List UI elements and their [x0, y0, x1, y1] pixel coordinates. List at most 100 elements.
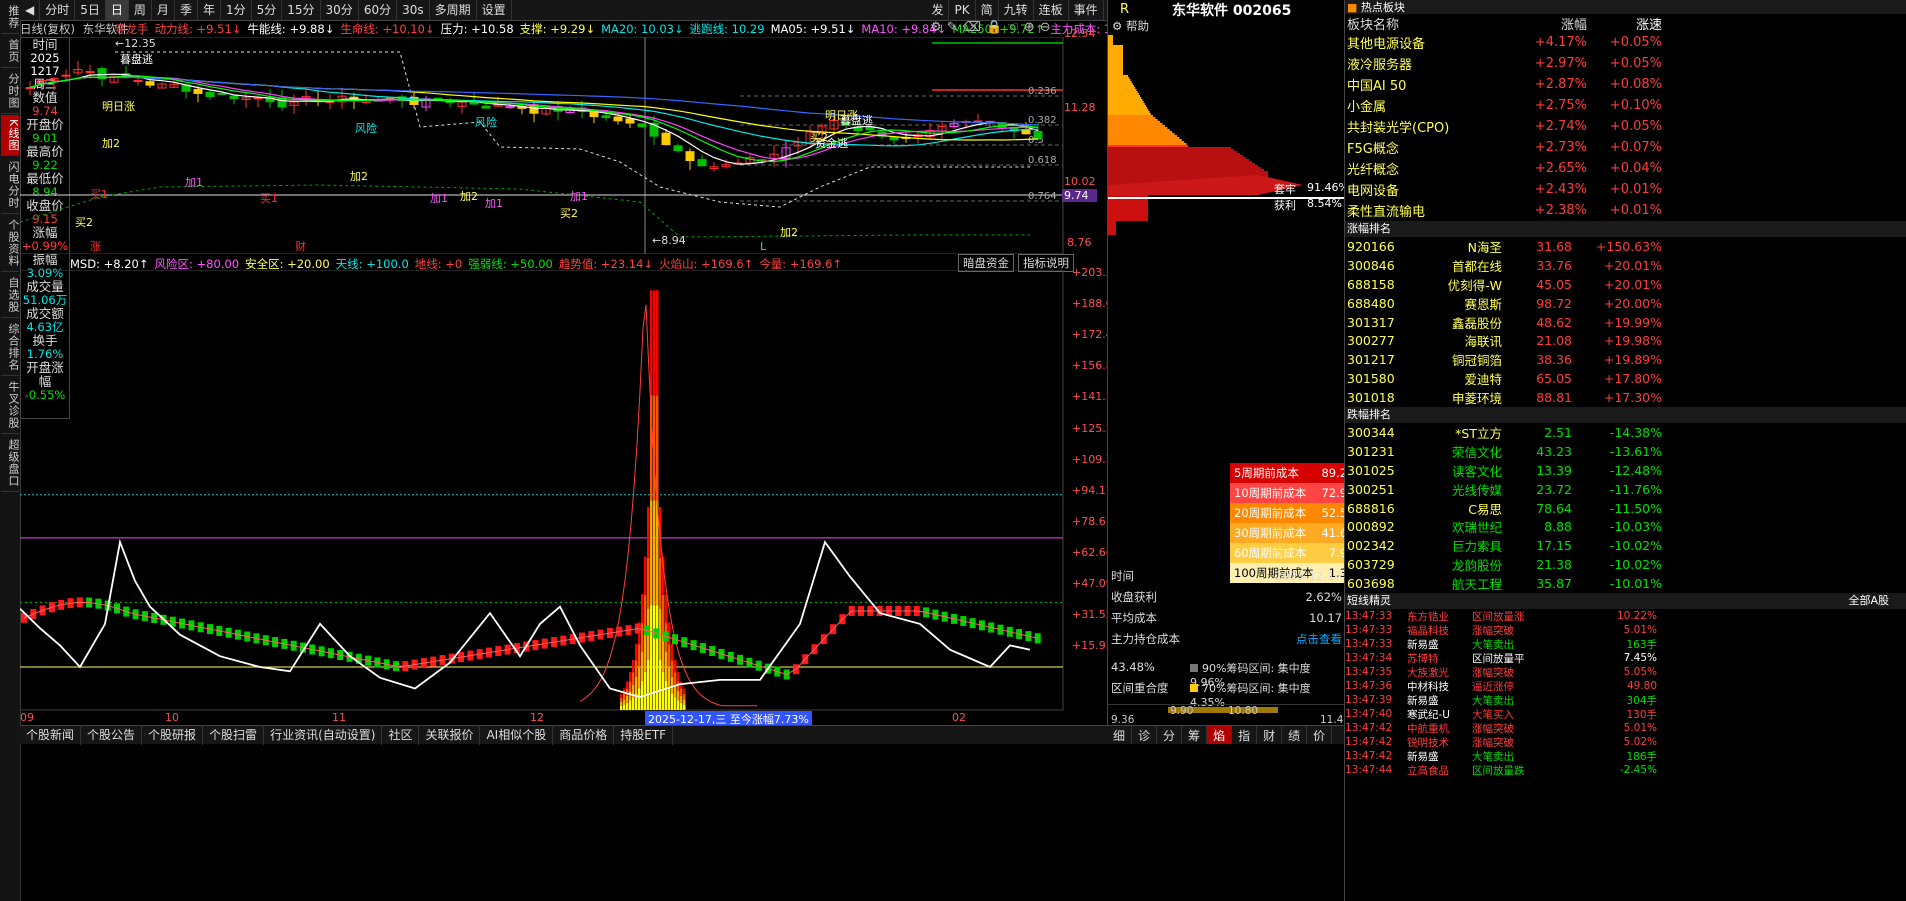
left-tab[interactable]: 自选股: [1, 273, 20, 319]
toolbar-button[interactable]: 事件: [1069, 0, 1104, 20]
period-tab[interactable]: 多周期: [430, 0, 477, 20]
rank-row[interactable]: 688480 赛恩斯 98.72 +20.00%: [1345, 294, 1906, 313]
news-tab[interactable]: 商品价格: [553, 725, 615, 745]
ticker-row[interactable]: 13:47:40 寒武纪-U 大笔买入 130手: [1345, 707, 1906, 721]
rank-row[interactable]: 301580 爱迪特 65.05 +17.80%: [1345, 369, 1906, 388]
hot-board-row[interactable]: 小金属 +2.75% +0.10%: [1345, 95, 1906, 116]
period-tab[interactable]: 日: [105, 0, 129, 20]
ticker-row[interactable]: 13:47:33 福晶科技 涨幅突破 5.01%: [1345, 623, 1906, 637]
chip-tab[interactable]: 焰: [1207, 726, 1233, 744]
col-board-name[interactable]: 板块名称: [1345, 14, 1512, 33]
rank-row[interactable]: 300251 光线传媒 23.72 -11.76%: [1345, 480, 1906, 499]
period-tab[interactable]: 5分: [252, 0, 283, 20]
period-tab[interactable]: 年: [198, 0, 221, 20]
period-tab[interactable]: 60分: [359, 0, 398, 20]
toolbar-button[interactable]: 九转: [999, 0, 1034, 20]
hand-icon[interactable]: ☜: [1007, 20, 1024, 35]
ticker-row[interactable]: 13:47:44 立高食品 区间放量跌 -2.45%: [1345, 763, 1906, 777]
period-tab[interactable]: 设置: [477, 0, 512, 20]
ticker-row[interactable]: 13:47:33 东方锆业 区间放量涨 10.22%: [1345, 609, 1906, 623]
left-tab[interactable]: 综合排名: [1, 319, 20, 377]
period-tab[interactable]: 5日: [75, 0, 106, 20]
left-tab[interactable]: 分时图: [1, 69, 20, 114]
ticker-row[interactable]: 13:47:34 苏博特 区间放量平 7.45%: [1345, 651, 1906, 665]
rank-row[interactable]: 300344 *ST立方 2.51 -14.38%: [1345, 423, 1906, 442]
news-tab[interactable]: 个股新闻: [20, 725, 82, 745]
news-tab[interactable]: 个股研报: [142, 725, 204, 745]
toolbar-button[interactable]: 连板: [1034, 0, 1069, 20]
rank-row[interactable]: 603698 航天工程 35.87 -10.01%: [1345, 574, 1906, 593]
zoom-out-icon[interactable]: ⊖: [1040, 20, 1056, 35]
ticker-row[interactable]: 13:47:33 新易盛 大笔卖出 163手: [1345, 637, 1906, 651]
left-tab[interactable]: 推荐: [1, 1, 20, 34]
period-tab[interactable]: 分时: [40, 0, 76, 20]
left-tab[interactable]: K线图: [1, 115, 20, 157]
chip-tab[interactable]: 细: [1107, 726, 1133, 744]
rank-row[interactable]: 688816 C易思 78.64 -11.50%: [1345, 499, 1906, 518]
hot-board-row[interactable]: 中国AI 50 +2.87% +0.08%: [1345, 74, 1906, 95]
hot-board-row[interactable]: 柔性直流输电 +2.38% +0.01%: [1345, 200, 1906, 221]
rank-row[interactable]: 301018 申菱环境 88.81 +17.30%: [1345, 388, 1906, 407]
period-tab[interactable]: 月: [152, 0, 175, 20]
zoom-in-icon[interactable]: ⊕: [1024, 20, 1040, 35]
hot-board-row[interactable]: 共封装光学(CPO) +2.74% +0.05%: [1345, 116, 1906, 137]
col-speed[interactable]: 涨速: [1587, 14, 1662, 33]
ticker-row[interactable]: 13:47:35 大族激光 涨幅突破 5.05%: [1345, 665, 1906, 679]
news-tab[interactable]: 持股ETF: [614, 725, 674, 745]
left-tab[interactable]: 牛叉诊股: [1, 377, 20, 435]
period-tab[interactable]: 30分: [321, 0, 359, 20]
news-tab[interactable]: 关联报价: [419, 725, 481, 745]
menu-icon[interactable]: ◀: [20, 0, 41, 20]
hot-board-row[interactable]: F5G概念 +2.73% +0.07%: [1345, 137, 1906, 158]
rank-row[interactable]: 301217 铜冠铜箔 38.36 +19.89%: [1345, 350, 1906, 369]
period-tab[interactable]: 15分: [282, 0, 321, 20]
chip-tab[interactable]: 分: [1157, 726, 1183, 744]
period-tab[interactable]: 季: [175, 0, 198, 20]
chip-tab[interactable]: 筹: [1182, 726, 1208, 744]
news-tab[interactable]: 行业资讯(自动设置): [264, 725, 383, 745]
left-tab[interactable]: 超级盘口: [1, 435, 20, 493]
chip-tab[interactable]: 价: [1307, 726, 1333, 744]
ticker-row[interactable]: 13:47:42 中航重机 涨幅突破 5.01%: [1345, 721, 1906, 735]
news-tab[interactable]: 个股扫雷: [203, 725, 265, 745]
rank-row[interactable]: 301025 读客文化 13.39 -12.48%: [1345, 461, 1906, 480]
period-tab[interactable]: 1分: [221, 0, 252, 20]
period-tab[interactable]: 周: [129, 0, 152, 20]
ticker-row[interactable]: 13:47:42 新易盛 大笔卖出 186手: [1345, 749, 1906, 763]
rank-row[interactable]: 000892 欢瑞世纪 8.88 -10.03%: [1345, 517, 1906, 536]
ticker-row[interactable]: 13:47:36 中材科技 逼近涨停 49.80: [1345, 679, 1906, 693]
ticker-scope-dropdown[interactable]: 全部A股: [1848, 593, 1906, 609]
left-tab[interactable]: 个股资料: [1, 215, 20, 273]
left-tab[interactable]: 闪电分时: [1, 157, 20, 215]
rank-row[interactable]: 002342 巨力索具 17.15 -10.02%: [1345, 536, 1906, 555]
rank-row[interactable]: 920166 N海圣 31.68 +150.63%: [1345, 237, 1906, 256]
rank-row[interactable]: 688158 优刻得-W 45.05 +20.01%: [1345, 275, 1906, 294]
ticker-row[interactable]: 13:47:42 锐明技术 涨幅突破 5.02%: [1345, 735, 1906, 749]
rank-row[interactable]: 301317 鑫磊股份 48.62 +19.99%: [1345, 313, 1906, 332]
help-button[interactable]: ⚙ 帮助: [1112, 18, 1149, 34]
chip-tab[interactable]: 财: [1257, 726, 1283, 744]
hot-board-row[interactable]: 液冷服务器 +2.97% +0.05%: [1345, 53, 1906, 74]
left-tab[interactable]: 首页: [1, 35, 20, 68]
settings-icon[interactable]: ⚙: [930, 20, 947, 35]
pen-icon[interactable]: ✎: [947, 20, 963, 35]
chip-stat-value[interactable]: 点击查看: [1296, 631, 1342, 647]
toolbar-button[interactable]: 简: [976, 0, 999, 20]
rank-row[interactable]: 300846 首都在线 33.76 +20.01%: [1345, 256, 1906, 275]
hot-board-row[interactable]: 其他电源设备 +4.17% +0.05%: [1345, 32, 1906, 53]
news-tab[interactable]: AI相似个股: [480, 725, 554, 745]
hot-board-row[interactable]: 电网设备 +2.43% +0.01%: [1345, 179, 1906, 200]
chip-tab[interactable]: 指: [1232, 726, 1258, 744]
rank-row[interactable]: 301231 荣信文化 43.23 -13.61%: [1345, 442, 1906, 461]
chip-tab[interactable]: 诊: [1132, 726, 1158, 744]
chip-tab[interactable]: 绩: [1282, 726, 1308, 744]
ticker-row[interactable]: 13:47:39 新易盛 大笔卖出 304手: [1345, 693, 1906, 707]
kline-chart[interactable]: 0.2360.3820.50.6180.764←12.35←8.94暮盘逃明日涨…: [20, 37, 1107, 254]
period-tab[interactable]: 30s: [397, 0, 430, 20]
news-tab[interactable]: 社区: [382, 725, 420, 745]
eraser-icon[interactable]: ⌫: [963, 20, 986, 35]
hot-board-row[interactable]: 光纤概念 +2.65% +0.04%: [1345, 158, 1906, 179]
indicator-chart[interactable]: [20, 270, 1107, 714]
toolbar-button[interactable]: 发: [926, 0, 950, 20]
col-change[interactable]: 涨幅: [1512, 14, 1587, 33]
